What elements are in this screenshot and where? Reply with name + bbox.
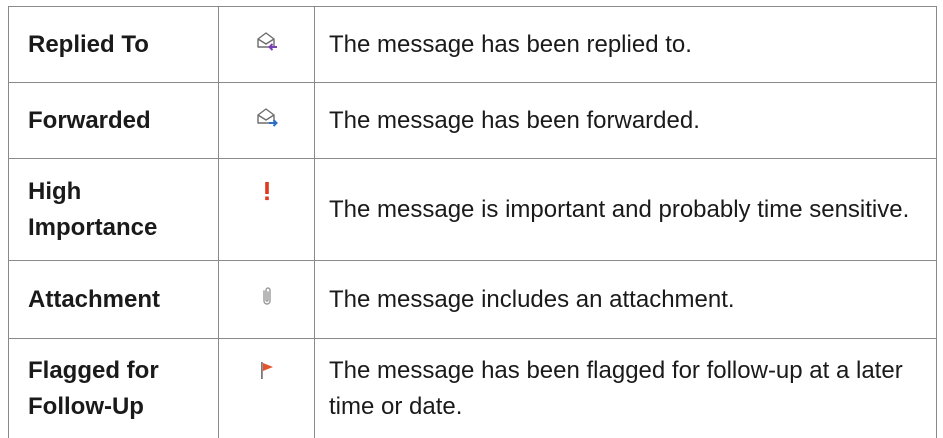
table-row: Flagged for Follow-Up The message has be… — [8, 338, 937, 438]
icon-cell — [218, 6, 315, 83]
row-description-flagged: The message has been flagged for follow-… — [314, 338, 937, 438]
row-name-attachment: Attachment — [8, 260, 219, 339]
table-row: Replied To The message has been replied … — [8, 6, 937, 83]
icon-cell — [218, 260, 315, 339]
message-icons-table: Replied To The message has been replied … — [8, 6, 937, 438]
row-name-flagged: Flagged for Follow-Up — [8, 338, 219, 438]
forwarded-envelope-icon — [255, 103, 279, 139]
paperclip-icon — [260, 282, 274, 318]
icon-cell — [218, 338, 315, 438]
row-name-replied-to: Replied To — [8, 6, 219, 83]
table-row: Forwarded The message has been forwarded… — [8, 82, 937, 159]
replied-envelope-icon — [255, 27, 279, 63]
message-icons-table-wrapper: Replied To The message has been replied … — [8, 6, 937, 438]
flag-icon — [258, 356, 276, 392]
table-row: Attachment The message includes an attac… — [8, 260, 937, 339]
row-name-high-importance: High Importance — [8, 158, 219, 261]
row-name-forwarded: Forwarded — [8, 82, 219, 159]
icon-cell — [218, 158, 315, 261]
row-description-replied-to: The message has been replied to. — [314, 6, 937, 83]
icon-cell — [218, 82, 315, 159]
row-description-forwarded: The message has been forwarded. — [314, 82, 937, 159]
table-row: High Importance The message is important… — [8, 158, 937, 261]
exclamation-icon — [262, 177, 272, 213]
row-description-attachment: The message includes an attachment. — [314, 260, 937, 339]
row-description-high-importance: The message is important and probably ti… — [314, 158, 937, 261]
